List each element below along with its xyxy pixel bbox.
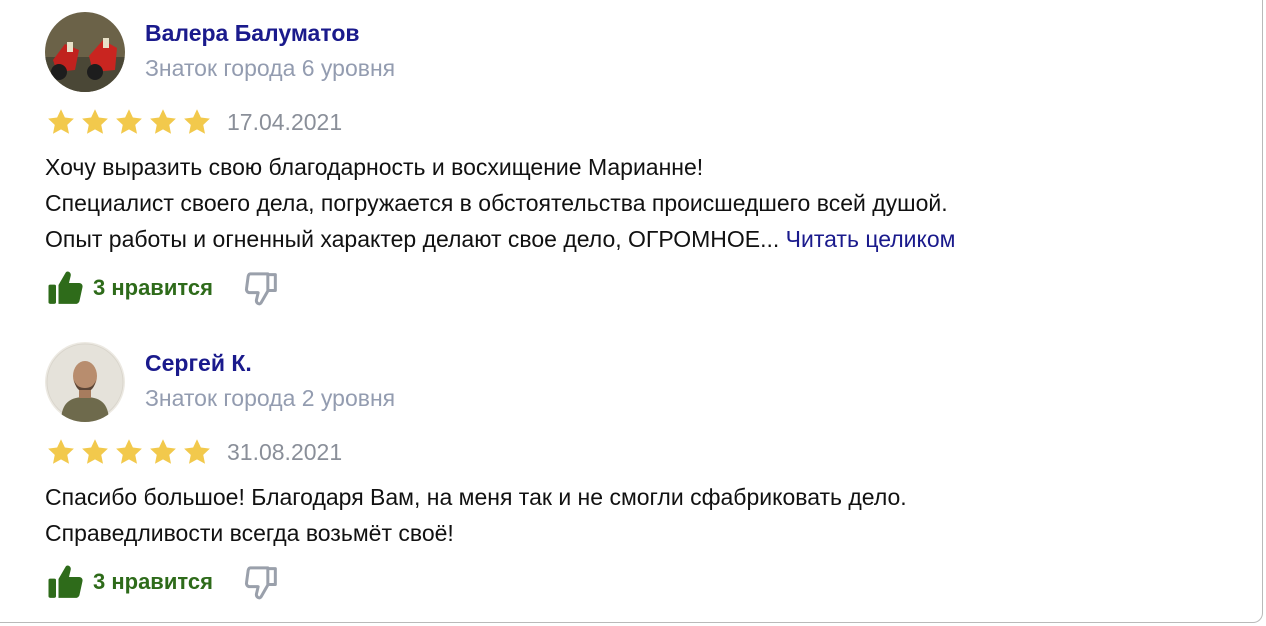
thumbs-down-icon[interactable] xyxy=(241,562,283,602)
review-text-line: Специалист своего дела, погружается в об… xyxy=(45,190,948,216)
review-actions: 3 нравится xyxy=(45,268,283,308)
review-card: Сергей К. Знаток города 2 уровня 31.08.2… xyxy=(45,342,1195,600)
star-rating xyxy=(45,437,213,467)
star-icon xyxy=(150,439,176,464)
star-icon xyxy=(116,439,142,464)
review-text: Спасибо большое! Благодаря Вам, на меня … xyxy=(45,479,907,551)
author-name[interactable]: Сергей К. xyxy=(145,350,252,377)
star-icon xyxy=(82,439,108,464)
review-text-line: Хочу выразить свою благодарность и восхи… xyxy=(45,154,704,180)
review-header: Валера Балуматов Знаток города 6 уровня xyxy=(45,12,1195,92)
avatar[interactable] xyxy=(45,342,125,422)
star-icon xyxy=(48,109,74,134)
review-text: Хочу выразить свою благодарность и восхи… xyxy=(45,149,955,257)
read-more-link[interactable]: Читать целиком xyxy=(786,226,956,252)
star-icon xyxy=(116,109,142,134)
star-icon xyxy=(82,109,108,134)
star-rating xyxy=(45,107,213,137)
like-button[interactable]: 3 нравится xyxy=(45,562,213,602)
thumbs-down-icon[interactable] xyxy=(241,268,283,308)
review-text-line: Справедливости всегда возьмёт своё! xyxy=(45,520,454,546)
review-actions: 3 нравится xyxy=(45,562,283,602)
review-card: Валера Балуматов Знаток города 6 уровня … xyxy=(45,12,1195,306)
author-badge: Знаток города 6 уровня xyxy=(145,55,396,81)
like-button[interactable]: 3 нравится xyxy=(45,268,213,308)
rating-row: 17.04.2021 xyxy=(45,107,342,137)
star-icon xyxy=(48,439,74,464)
review-date: 17.04.2021 xyxy=(227,108,343,135)
star-icon xyxy=(184,439,210,464)
review-header: Сергей К. Знаток города 2 уровня xyxy=(45,342,1195,422)
like-count: 3 нравится xyxy=(93,275,213,300)
star-icon xyxy=(150,109,176,134)
like-count: 3 нравится xyxy=(93,569,213,594)
rating-row: 31.08.2021 xyxy=(45,437,342,467)
review-text-line: Опыт работы и огненный характер делают с… xyxy=(45,221,955,257)
author-name[interactable]: Валера Балуматов xyxy=(145,20,360,47)
review-text-fragment: Опыт работы и огненный характер делают с… xyxy=(45,226,780,252)
author-badge: Знаток города 2 уровня xyxy=(145,385,396,411)
thumbs-up-icon xyxy=(48,565,83,598)
review-text-line: Спасибо большое! Благодаря Вам, на меня … xyxy=(45,484,907,510)
avatar[interactable] xyxy=(45,12,125,92)
star-icon xyxy=(184,109,210,134)
thumbs-up-icon xyxy=(48,271,83,304)
review-date: 31.08.2021 xyxy=(227,438,343,465)
